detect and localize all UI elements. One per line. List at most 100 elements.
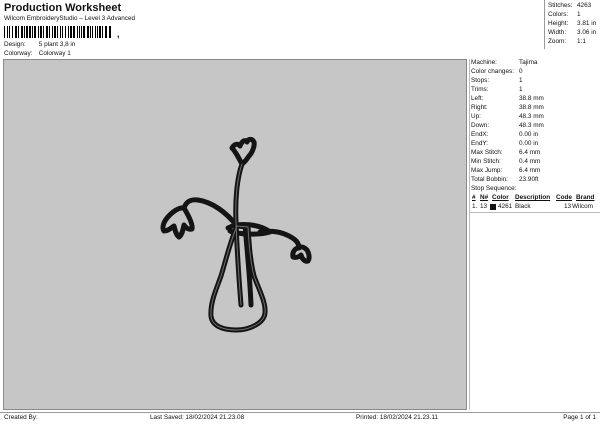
barcode-bar [65, 26, 66, 38]
barcode-bar [60, 26, 61, 38]
stop-sequence-title: Stop Sequence: [471, 185, 517, 192]
barcode-bar [77, 26, 78, 38]
stat-label: Height: [548, 20, 569, 27]
barcode-bar [54, 26, 56, 38]
stat-value: 3.81 in [577, 20, 597, 27]
barcode-bar [49, 26, 50, 38]
left-flower [160, 205, 195, 240]
printed-date: Printed: 18/02/2024 21.23.11 [356, 414, 438, 421]
barcode-bar [4, 26, 5, 38]
info-value: 6.4 mm [519, 167, 541, 174]
barcode-bar [21, 26, 23, 38]
barcode-bar [43, 26, 44, 38]
barcode-bar [15, 26, 17, 38]
barcode-bar [7, 26, 8, 38]
barcode-bar [105, 26, 107, 38]
barcode-bar [38, 26, 39, 38]
worksheet-footer: Created By: Last Saved: 18/02/2024 21.23… [0, 412, 600, 424]
table-row: 1. 13 4261 Black 13 Wilcom [470, 203, 600, 212]
info-value: 38.8 mm [519, 95, 544, 102]
barcode-bar [52, 26, 53, 38]
info-value: 6.4 mm [519, 149, 541, 156]
info-label: Machine: [471, 59, 497, 66]
info-label: EndX: [471, 131, 489, 138]
info-min-stitch: Min Stitch: 0.4 mm [471, 158, 541, 165]
col-code: Code [556, 194, 572, 201]
design-value: 5 plant 3,8 in [38, 41, 76, 48]
info-total-bobbin: Total Bobbin: 23.90ft [471, 176, 539, 183]
info-label: Down: [471, 122, 490, 129]
design-label: Design: [4, 41, 26, 48]
stat-value: 1:1 [577, 38, 586, 45]
info-down: Down: 48.3 mm [471, 122, 544, 129]
barcode-bar [87, 26, 89, 38]
info-value: 23.90ft [519, 176, 539, 183]
stat-stitches: Stitches: 4263 [548, 2, 591, 9]
barcode-bar [99, 26, 101, 38]
stop-needle: 13 [480, 203, 488, 210]
stat-label: Zoom: [548, 38, 567, 45]
design-preview [3, 59, 467, 410]
stop-description: Black [515, 203, 531, 210]
barcode-bar [83, 26, 85, 38]
info-right: Right: 38.8 mm [471, 104, 544, 111]
stat-label: Width: [548, 29, 567, 36]
barcode-bar [81, 26, 82, 38]
barcode-bar [90, 26, 91, 38]
info-label: Max Jump: [471, 167, 503, 174]
color-swatch [490, 204, 496, 210]
row-divider [470, 212, 600, 213]
stop-stitches: 4261 [498, 203, 513, 210]
design-row: Design: 5 plant 3,8 in [4, 41, 76, 48]
barcode-bar [12, 26, 13, 38]
info-trims: Trims: 1 [471, 86, 523, 93]
info-up: Up: 48.3 mm [471, 113, 544, 120]
info-stops: Stops: 1 [471, 77, 523, 84]
info-label: Right: [471, 104, 488, 111]
stop-code: 13 [564, 203, 572, 210]
page-title: Production Worksheet [4, 2, 122, 14]
info-value: 38.8 mm [519, 104, 544, 111]
barcode-bar [92, 26, 93, 38]
barcode-bar [68, 26, 69, 38]
software-name: Wilcom EmbroideryStudio – Level 3 Advanc… [4, 15, 136, 22]
stat-colors: Colors: 1 [548, 11, 581, 18]
stop-table-header: # N# Color Description Code Brand [470, 194, 600, 203]
barcode-bar [70, 26, 72, 38]
colorway-row: Colorway: Colorway 1 [4, 50, 71, 57]
barcode-bar [73, 26, 75, 38]
barcode-bar [26, 26, 28, 38]
stat-zoom: Zoom: 1:1 [548, 38, 586, 45]
info-label: Stops: [471, 77, 490, 84]
last-saved: Last Saved: 18/02/2024 21.23.08 [150, 414, 245, 421]
barcode-bar [97, 26, 98, 38]
info-value: 1 [519, 86, 523, 93]
barcode-bar [95, 26, 96, 38]
col-color: Color [492, 194, 509, 201]
info-value: 48.3 mm [519, 113, 544, 120]
info-max-stitch: Max Stitch: 6.4 mm [471, 149, 541, 156]
info-value: 0.4 mm [519, 158, 541, 165]
info-color-changes: Color changes: 0 [471, 68, 523, 75]
stat-width: Width: 3.06 in [548, 29, 596, 36]
barcode-bar [24, 26, 25, 38]
info-label: EndY: [471, 140, 489, 147]
info-endy: EndY: 0.00 in [471, 140, 538, 147]
barcode [4, 26, 111, 38]
top-flower [229, 136, 257, 167]
barcode-bar [57, 26, 58, 38]
barcode-bar [18, 26, 19, 38]
stop-brand: Wilcom [572, 203, 593, 210]
col-brand: Brand [576, 194, 595, 201]
info-label: Left: [471, 95, 484, 102]
colorway-label: Colorway: [4, 50, 33, 57]
info-value: 48.3 mm [519, 122, 544, 129]
worksheet-header: Production Worksheet Wilcom EmbroiderySt… [0, 0, 544, 58]
stat-label: Colors: [548, 11, 569, 18]
barcode-bar [40, 26, 42, 38]
embroidery-plant-design [160, 136, 312, 333]
barcode-tail: , [117, 29, 120, 39]
barcode-bar [79, 26, 80, 38]
info-label: Color changes: [471, 68, 514, 75]
info-label: Trims: [471, 86, 489, 93]
